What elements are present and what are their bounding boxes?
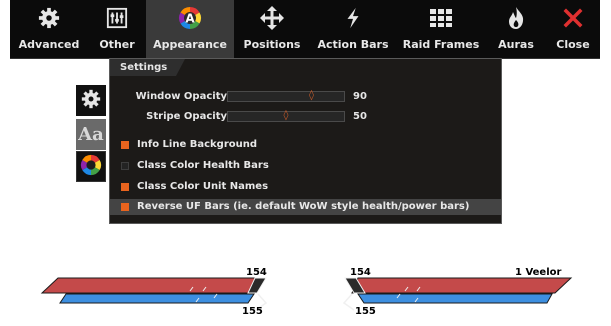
reverse-uf-bars-option[interactable]: Reverse UF Bars (ie. default WoW style h…: [110, 199, 501, 215]
unit-frame-preview: 154 155 154 1 Veelor 155: [40, 267, 573, 317]
toolbar-item-label: Other: [99, 38, 135, 51]
target-unit-frame: 154 1 Veelor 155: [342, 267, 573, 317]
side-tab-fonts[interactable]: Aa: [76, 119, 106, 150]
toolbar-item-label: Advanced: [18, 38, 80, 51]
color-wheel-icon: [80, 154, 102, 180]
grid-icon: [429, 0, 453, 36]
stripe-opacity-slider[interactable]: ◊: [227, 109, 345, 123]
option-label: Reverse UF Bars (ie. default WoW style h…: [137, 201, 470, 212]
stripe-opacity-value: 50: [353, 111, 367, 122]
target-power-bar: [357, 293, 553, 304]
gear-icon: [81, 89, 101, 113]
settings-header: Settings: [110, 59, 185, 76]
side-tab-colors[interactable]: [76, 151, 106, 182]
toolbar-advanced-button[interactable]: Advanced: [10, 0, 88, 58]
window-opacity-label: Window Opacity: [135, 91, 227, 102]
class-color-health-bars-option[interactable]: Class Color Health Bars: [110, 158, 501, 174]
toolbar-item-label: Appearance: [153, 38, 227, 51]
target-name-text: 1 Veelor: [515, 267, 561, 278]
move-arrows-icon: [260, 0, 284, 36]
class-color-unit-names-option[interactable]: Class Color Unit Names: [110, 179, 501, 195]
class-color-health-bars-checkbox[interactable]: [121, 162, 129, 170]
window-opacity-row: Window Opacity ◊ 90: [110, 90, 503, 104]
flame-icon: [506, 0, 526, 36]
top-toolbar: Advanced Other A Appearance Positions Ac…: [10, 0, 600, 59]
gear-icon: [38, 0, 60, 36]
info-line-background-option[interactable]: Info Line Background: [110, 137, 501, 153]
font-aa-icon: Aa: [78, 124, 104, 145]
player-health-bar: [40, 277, 261, 294]
sliders-icon: [106, 0, 128, 36]
target-power-text: 155: [355, 306, 376, 317]
toolbar-close-button[interactable]: Close: [546, 0, 600, 58]
stripe-opacity-row: Stripe Opacity ◊ 50: [110, 110, 503, 124]
stripe-opacity-label: Stripe Opacity: [146, 111, 227, 122]
window-opacity-slider[interactable]: ◊: [227, 89, 345, 103]
toolbar-item-label: Action Bars: [317, 38, 389, 51]
toolbar-positions-button[interactable]: Positions: [234, 0, 310, 58]
side-tab-general[interactable]: [76, 85, 106, 116]
toolbar-appearance-button[interactable]: A Appearance: [146, 0, 234, 58]
toolbar-item-label: Auras: [498, 38, 534, 51]
option-label: Class Color Unit Names: [137, 181, 269, 192]
info-line-background-checkbox[interactable]: [121, 141, 129, 149]
option-label: Info Line Background: [137, 139, 258, 150]
slider-thumb-icon[interactable]: ◊: [282, 109, 290, 123]
toolbar-raid-frames-button[interactable]: Raid Frames: [396, 0, 486, 58]
player-power-text: 155: [242, 306, 263, 317]
settings-panel: Settings Window Opacity ◊ 90 Stripe Opac…: [109, 58, 502, 224]
player-health-text: 154: [246, 267, 267, 278]
reverse-uf-bars-checkbox[interactable]: [121, 203, 129, 211]
close-icon: [563, 0, 583, 36]
toolbar-item-label: Close: [556, 38, 590, 51]
toolbar-item-label: Raid Frames: [402, 38, 480, 51]
target-health-text: 154: [350, 267, 371, 278]
toolbar-auras-button[interactable]: Auras: [486, 0, 546, 58]
svg-text:A: A: [185, 12, 195, 26]
toolbar-item-label: Positions: [243, 38, 301, 51]
player-power-bar: [59, 293, 255, 304]
option-label: Class Color Health Bars: [137, 160, 269, 171]
player-unit-frame: 154 155: [40, 267, 268, 317]
class-color-unit-names-checkbox[interactable]: [121, 183, 129, 191]
toolbar-action-bars-button[interactable]: Action Bars: [310, 0, 396, 58]
target-health-bar: [351, 277, 573, 294]
toolbar-other-button[interactable]: Other: [88, 0, 146, 58]
lightning-icon: [343, 0, 363, 36]
target-frame-edge: [342, 293, 355, 311]
slider-thumb-icon[interactable]: ◊: [308, 89, 316, 103]
color-wheel-icon: A: [178, 0, 202, 36]
window-opacity-value: 90: [353, 91, 367, 102]
